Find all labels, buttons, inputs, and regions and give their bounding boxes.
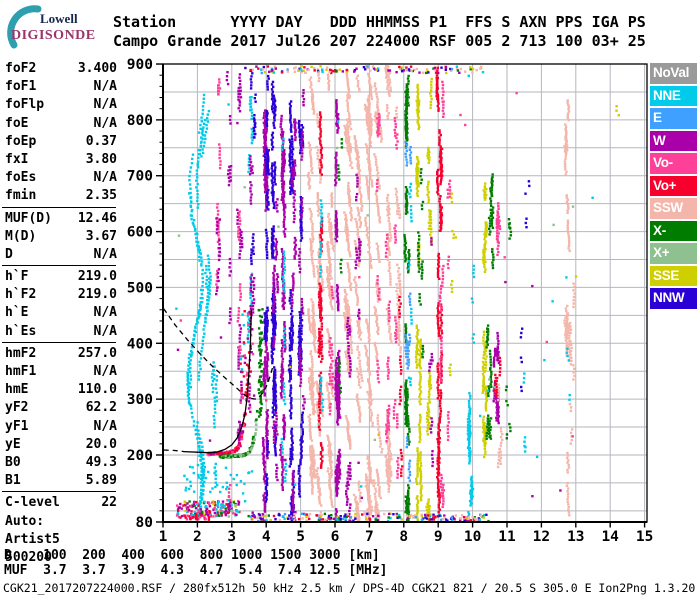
d-scale-row: D 100 200 400 600 800 1000 1500 3000 [km… bbox=[4, 548, 380, 563]
legend-item-xminus: X- bbox=[650, 221, 697, 242]
legend-item-noval: NoVal bbox=[650, 63, 697, 84]
legend-item-nne: NNE bbox=[650, 86, 697, 107]
legend-item-xplus: X+ bbox=[650, 243, 697, 264]
legend-item-sse: SSE bbox=[650, 266, 697, 287]
footer-text: CGK21_2017207224000.RSF / 280fx512h 50 k… bbox=[3, 581, 695, 595]
legend-item-nnw: NNW bbox=[650, 288, 697, 309]
ionogram-viewer: { "logo": {"top": "Lowell", "bottom": "D… bbox=[0, 0, 700, 600]
doppler-direction-legend: NoValNNEEWVo-Vo+SSWX-X+SSENNW bbox=[650, 63, 698, 311]
legend-item-voplus: Vo+ bbox=[650, 176, 697, 197]
muf-scale-row: MUF 3.7 3.7 3.9 4.3 4.7 5.4 7.4 12.5 [MH… bbox=[4, 563, 388, 578]
legend-item-ssw: SSW bbox=[650, 198, 697, 219]
ionogram-plot: 9008007006005004003002008012345678910111… bbox=[0, 0, 700, 600]
legend-item-vominus: Vo- bbox=[650, 153, 697, 174]
legend-item-e: E bbox=[650, 108, 697, 129]
legend-item-w: W bbox=[650, 131, 697, 152]
